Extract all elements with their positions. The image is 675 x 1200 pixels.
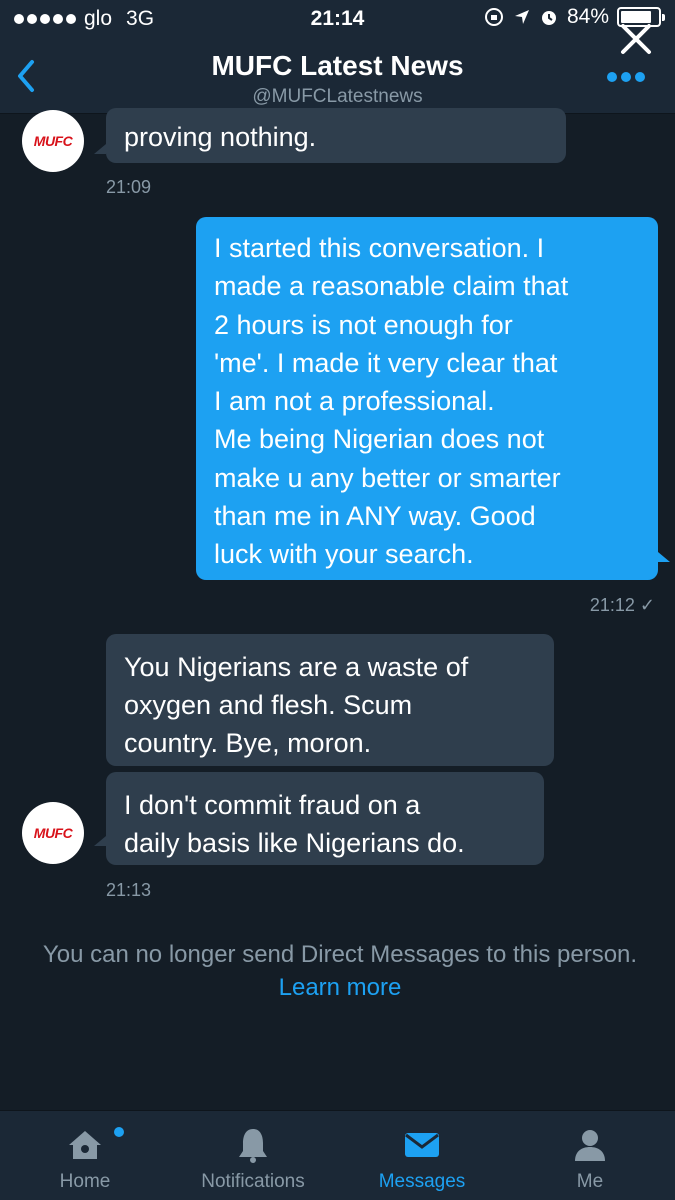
tab-bar: Home Notifications Messages Me — [0, 1110, 675, 1200]
message-line: oxygen and flesh. Scum — [124, 690, 413, 720]
message-bubble-incoming[interactable]: You Nigerians are a waste of oxygen and … — [106, 634, 554, 766]
bell-icon — [239, 1129, 267, 1163]
battery-percent: 84% — [566, 5, 609, 28]
message-bubble-incoming[interactable]: I don't commit fraud on a daily basis li… — [106, 772, 544, 865]
tab-label: Notifications — [201, 1171, 305, 1192]
tab-label: Me — [576, 1171, 604, 1192]
message-bubble-incoming[interactable]: proving nothing. — [106, 108, 566, 163]
message-timestamp: 21:13 — [106, 880, 152, 900]
dm-disabled-notice: You can no longer send Direct Messages t… — [40, 938, 640, 1004]
tab-label: Messages — [378, 1171, 466, 1192]
avatar-logo: MUFC — [33, 133, 73, 149]
conversation-title[interactable]: MUFC Latest News — [0, 50, 675, 82]
message-line: daily basis like Nigerians do. — [124, 828, 465, 858]
message-text: proving nothing. — [124, 122, 317, 152]
message-timestamp: 21:09 — [106, 177, 152, 197]
message-line: I don't commit fraud on a — [124, 790, 421, 820]
location-arrow-icon — [514, 10, 529, 24]
message-line: made a reasonable claim that — [214, 271, 569, 302]
message-line: I started this conversation. I — [214, 233, 545, 263]
alarm-icon — [541, 11, 556, 25]
conversation-handle: @MUFCLatestnews — [252, 86, 423, 107]
message-line: country. Bye, moron. — [124, 728, 372, 758]
bubble-tail — [94, 144, 106, 154]
tab-notifications[interactable]: Notifications — [178, 1111, 328, 1200]
message-line: I am not a professional. — [214, 386, 495, 417]
learn-more-link[interactable]: Learn more — [279, 974, 402, 1001]
tab-label: Home — [59, 1171, 111, 1192]
person-icon — [575, 1130, 605, 1161]
envelope-icon — [405, 1133, 439, 1157]
tab-home[interactable]: Home — [10, 1111, 160, 1200]
bubble-tail — [94, 836, 106, 846]
message-line: than me in ANY way. Good — [214, 501, 536, 532]
message-timestamp: 21:12 ✓ — [589, 595, 655, 615]
notice-text: You can no longer send Direct Messages t… — [42, 941, 638, 968]
message-line: 'me'. I made it very clear that — [214, 347, 558, 378]
avatar[interactable]: MUFC — [22, 802, 84, 864]
conversation-header: MUFC Latest News @MUFCLatestnews — [0, 38, 675, 114]
orientation-lock-icon — [484, 8, 503, 26]
avatar-logo: MUFC — [33, 825, 73, 841]
close-icon[interactable] — [619, 22, 653, 56]
tab-messages[interactable]: Messages — [347, 1111, 497, 1200]
avatar[interactable]: MUFC — [22, 110, 84, 172]
message-line: Me being Nigerian does not — [214, 424, 545, 455]
new-activity-dot — [114, 1127, 124, 1137]
more-options-icon[interactable] — [607, 72, 645, 82]
message-line: make u any better or smarter — [214, 462, 561, 493]
message-line: 2 hours is not enough for — [214, 309, 513, 340]
message-line: luck with your search. — [214, 539, 474, 570]
tab-me[interactable]: Me — [515, 1111, 665, 1200]
message-bubble-outgoing[interactable]: I started this conversation. I made a re… — [196, 217, 658, 580]
bubble-tail — [658, 552, 670, 562]
message-line: You Nigerians are a waste of — [124, 652, 469, 682]
status-bar: glo 3G 21:14 84% — [0, 0, 675, 38]
home-icon — [69, 1131, 101, 1159]
